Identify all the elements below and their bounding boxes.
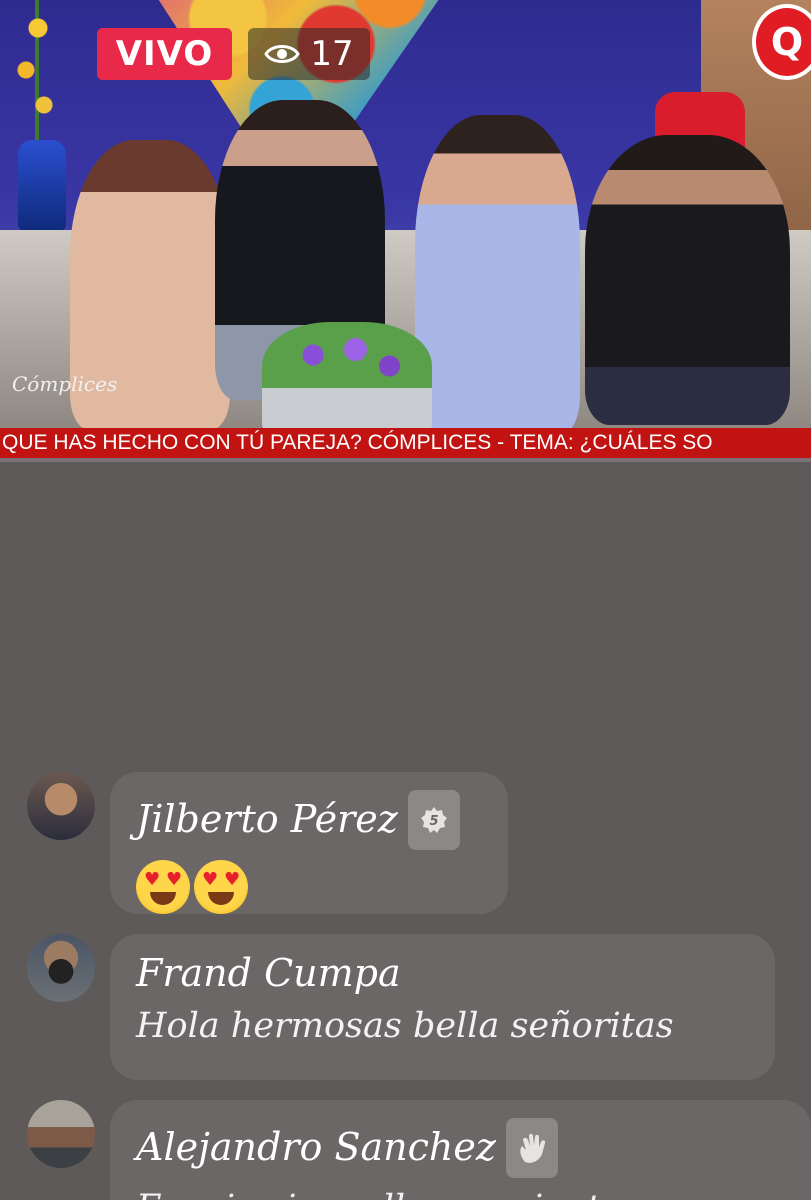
comment-message: Hola hermosas bella señoritas (136, 1005, 674, 1046)
waving-hand-icon (505, 1118, 558, 1178)
comment-message: ♥ ♥ ♥ ♥ (136, 860, 482, 923)
viewer-count-badge[interactable]: 17 (248, 28, 370, 80)
blue-vase (18, 140, 66, 232)
avatar[interactable] (27, 772, 95, 840)
fan-level-number: 5 (429, 814, 438, 829)
host-4 (585, 135, 790, 425)
news-ticker: QUE HAS HECHO CON TÚ PAREJA? CÓMPLICES -… (0, 428, 811, 458)
comment-message: Es mi primo allo que siento (136, 1188, 785, 1200)
comment-bubble[interactable]: Alejandro Sanchez Es mi primo allo que s… (110, 1100, 811, 1200)
channel-logo-text: Q (770, 20, 804, 64)
fan-level-badge-icon: 5 (407, 790, 460, 850)
show-watermark: Cómplices (12, 372, 118, 396)
comment-author[interactable]: Alejandro Sanchez (136, 1125, 496, 1170)
live-video-player[interactable]: VIVO 17 Q Cómplices QUE HAS HECHO CON TÚ… (0, 0, 811, 462)
host-3 (415, 115, 580, 435)
comment-author[interactable]: Jilberto Pérez (136, 797, 398, 842)
avatar[interactable] (27, 1100, 95, 1168)
eye-icon (264, 45, 301, 63)
yellow-flowers (8, 0, 68, 140)
live-badge: VIVO (97, 28, 232, 80)
heart-eyes-emoji-icon: ♥ ♥ (136, 860, 190, 914)
comment-author[interactable]: Frand Cumpa (136, 951, 401, 996)
viewer-count: 17 (310, 34, 354, 74)
avatar[interactable] (27, 934, 95, 1002)
comment-bubble[interactable]: Jilberto Pérez 5 ♥ ♥ ♥ ♥ (110, 772, 508, 914)
ticker-text: QUE HAS HECHO CON TÚ PAREJA? CÓMPLICES -… (2, 431, 713, 454)
comment-bubble[interactable]: Frand Cumpa Hola hermosas bella señorita… (110, 934, 775, 1080)
heart-eyes-emoji-icon: ♥ ♥ (194, 860, 248, 914)
flower-pot (262, 322, 432, 432)
live-label: VIVO (115, 34, 214, 74)
